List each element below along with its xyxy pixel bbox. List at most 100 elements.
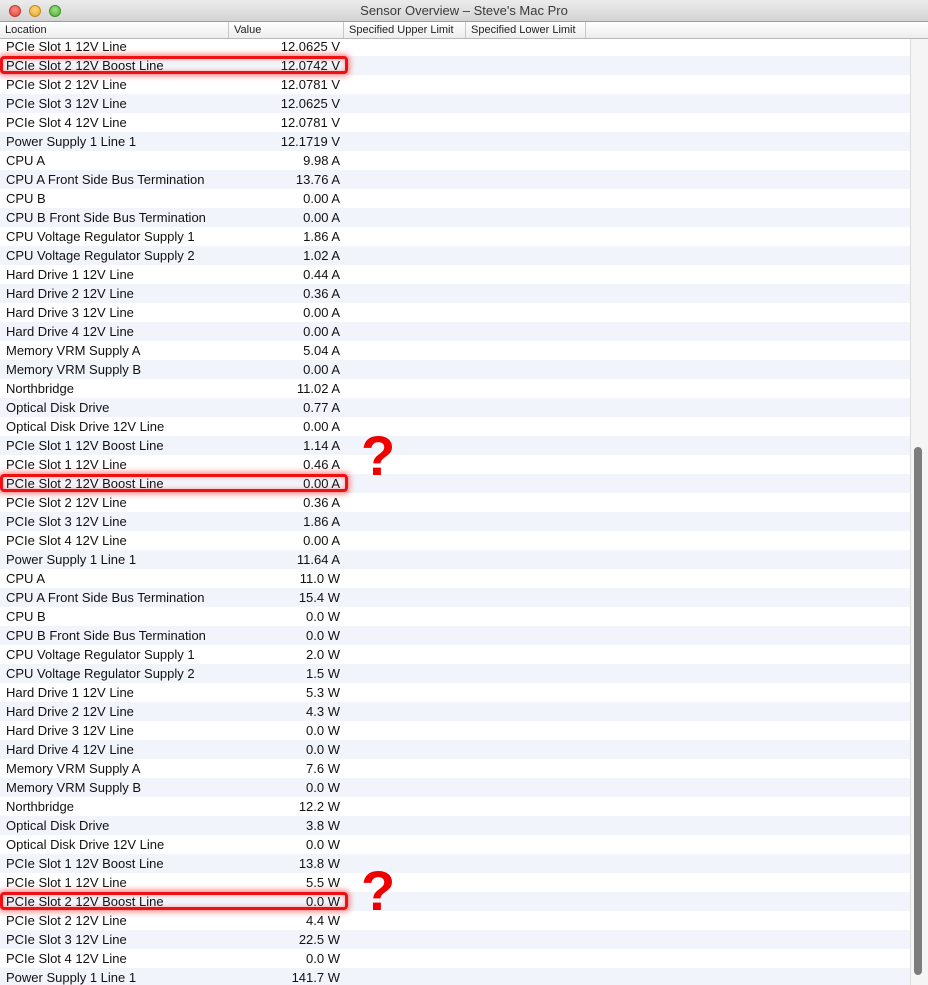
table-row[interactable]: CPU A 9.98 A bbox=[0, 151, 910, 170]
table-row[interactable]: CPU A Front Side Bus Termination 13.76 A bbox=[0, 170, 910, 189]
table-row[interactable]: Hard Drive 3 12V Line 0.0 W bbox=[0, 721, 910, 740]
location-cell: PCIe Slot 2 12V Boost Line bbox=[6, 476, 164, 491]
value-cell: 15.4 W bbox=[298, 590, 340, 605]
location-cell: Memory VRM Supply B bbox=[6, 780, 142, 795]
table-row[interactable]: Optical Disk Drive 12V Line 0.0 W bbox=[0, 835, 910, 854]
table-row[interactable]: PCIe Slot 2 12V Line 4.4 W bbox=[0, 911, 910, 930]
question-mark-annotation: ? bbox=[361, 859, 396, 922]
table-row[interactable]: PCIe Slot 3 12V Line 12.0625 V bbox=[0, 94, 910, 113]
value-cell: 0.00 A bbox=[303, 210, 340, 225]
table-row[interactable]: PCIe Slot 1 12V Line 5.5 W bbox=[0, 873, 910, 892]
table-row[interactable]: CPU B Front Side Bus Termination 0.00 A bbox=[0, 208, 910, 227]
value-cell: 3.8 W bbox=[306, 818, 340, 833]
location-cell: Memory VRM Supply B bbox=[6, 362, 142, 377]
table-row[interactable]: CPU A Front Side Bus Termination 15.4 W bbox=[0, 588, 910, 607]
table-row[interactable]: PCIe Slot 2 12V Boost Line 0.0 W bbox=[0, 892, 910, 911]
location-cell: CPU A Front Side Bus Termination bbox=[6, 590, 205, 605]
table-row[interactable]: Power Supply 1 Line 1 141.7 W bbox=[0, 968, 910, 985]
location-cell: CPU B Front Side Bus Termination bbox=[6, 210, 206, 225]
value-cell: 13.8 W bbox=[298, 856, 340, 871]
table-row[interactable]: Northbridge 12.2 W bbox=[0, 797, 910, 816]
location-cell: PCIe Slot 1 12V Boost Line bbox=[6, 438, 164, 453]
table-row[interactable]: PCIe Slot 1 12V Line 12.0625 V bbox=[0, 37, 910, 56]
value-cell: 1.5 W bbox=[306, 666, 340, 681]
location-cell: PCIe Slot 4 12V Line bbox=[6, 115, 127, 130]
table-row[interactable]: Optical Disk Drive 3.8 W bbox=[0, 816, 910, 835]
table-row[interactable]: Hard Drive 1 12V Line 0.44 A bbox=[0, 265, 910, 284]
value-cell: 0.0 W bbox=[306, 837, 340, 852]
location-cell: PCIe Slot 1 12V Line bbox=[6, 457, 127, 472]
title-bar[interactable]: Sensor Overview – Steve's Mac Pro bbox=[0, 0, 928, 22]
table-row[interactable]: PCIe Slot 1 12V Line 0.46 A bbox=[0, 455, 910, 474]
location-cell: Hard Drive 1 12V Line bbox=[6, 685, 134, 700]
table-row[interactable]: Memory VRM Supply B 0.0 W bbox=[0, 778, 910, 797]
value-cell: 141.7 W bbox=[291, 970, 340, 985]
table-row[interactable]: PCIe Slot 2 12V Boost Line 12.0742 V bbox=[0, 56, 910, 75]
table-row[interactable]: PCIe Slot 2 12V Line 0.36 A bbox=[0, 493, 910, 512]
table-row[interactable]: PCIe Slot 4 12V Line 0.0 W bbox=[0, 949, 910, 968]
sensor-table-body[interactable]: PCIe Slot 1 12V Line 12.0625 V PCIe Slot 2… bbox=[0, 36, 910, 985]
location-cell: CPU Voltage Regulator Supply 1 bbox=[6, 647, 195, 662]
location-cell: Optical Disk Drive 12V Line bbox=[6, 419, 165, 434]
table-row[interactable]: CPU B Front Side Bus Termination 0.0 W bbox=[0, 626, 910, 645]
value-cell: 0.0 W bbox=[306, 742, 340, 757]
table-row[interactable]: PCIe Slot 1 12V Boost Line 13.8 W bbox=[0, 854, 910, 873]
sensor-overview-window: Sensor Overview – Steve's Mac Pro Locati… bbox=[0, 0, 928, 985]
table-row[interactable]: Power Supply 1 Line 1 11.64 A bbox=[0, 550, 910, 569]
scrollbar-thumb[interactable] bbox=[914, 447, 922, 975]
window-title: Sensor Overview – Steve's Mac Pro bbox=[360, 3, 568, 18]
table-row[interactable]: Memory VRM Supply A 7.6 W bbox=[0, 759, 910, 778]
table-row[interactable]: PCIe Slot 4 12V Line 0.00 A bbox=[0, 531, 910, 550]
value-cell: 0.0 W bbox=[306, 628, 340, 643]
location-cell: PCIe Slot 3 12V Line bbox=[6, 96, 127, 111]
table-row[interactable]: Northbridge 11.02 A bbox=[0, 379, 910, 398]
location-cell: PCIe Slot 1 12V Line bbox=[6, 875, 127, 890]
table-row[interactable]: CPU B 0.00 A bbox=[0, 189, 910, 208]
table-row[interactable]: PCIe Slot 3 12V Line 22.5 W bbox=[0, 930, 910, 949]
value-cell: 0.00 A bbox=[303, 419, 340, 434]
table-row[interactable]: CPU Voltage Regulator Supply 2 1.5 W bbox=[0, 664, 910, 683]
table-row[interactable]: CPU Voltage Regulator Supply 1 2.0 W bbox=[0, 645, 910, 664]
table-row[interactable]: CPU Voltage Regulator Supply 2 1.02 A bbox=[0, 246, 910, 265]
location-cell: Hard Drive 3 12V Line bbox=[6, 723, 134, 738]
location-cell: CPU A Front Side Bus Termination bbox=[6, 172, 205, 187]
location-cell: Power Supply 1 Line 1 bbox=[6, 134, 137, 149]
table-row[interactable]: PCIe Slot 2 12V Line 12.0781 V bbox=[0, 75, 910, 94]
table-row[interactable]: Power Supply 1 Line 1 12.1719 V bbox=[0, 132, 910, 151]
table-row[interactable]: Hard Drive 3 12V Line 0.00 A bbox=[0, 303, 910, 322]
value-cell: 0.0 W bbox=[306, 780, 340, 795]
value-cell: 12.0625 V bbox=[280, 39, 340, 54]
table-row[interactable]: Memory VRM Supply A 5.04 A bbox=[0, 341, 910, 360]
table-row[interactable]: PCIe Slot 1 12V Boost Line 1.14 A bbox=[0, 436, 910, 455]
table-row[interactable]: PCIe Slot 3 12V Line 1.86 A bbox=[0, 512, 910, 531]
table-row[interactable]: PCIe Slot 4 12V Line 12.0781 V bbox=[0, 113, 910, 132]
table-row[interactable]: Hard Drive 1 12V Line 5.3 W bbox=[0, 683, 910, 702]
location-cell: Hard Drive 1 12V Line bbox=[6, 267, 134, 282]
value-cell: 0.00 A bbox=[303, 533, 340, 548]
location-cell: PCIe Slot 2 12V Line bbox=[6, 495, 127, 510]
table-row[interactable]: CPU B 0.0 W bbox=[0, 607, 910, 626]
value-cell: 0.00 A bbox=[303, 476, 340, 491]
table-row[interactable]: Optical Disk Drive 0.77 A bbox=[0, 398, 910, 417]
table-row[interactable]: Hard Drive 2 12V Line 0.36 A bbox=[0, 284, 910, 303]
table-row[interactable]: Memory VRM Supply B 0.00 A bbox=[0, 360, 910, 379]
value-cell: 0.0 W bbox=[306, 723, 340, 738]
location-cell: PCIe Slot 2 12V Line bbox=[6, 77, 127, 92]
table-row[interactable]: Hard Drive 2 12V Line 4.3 W bbox=[0, 702, 910, 721]
table-row[interactable]: PCIe Slot 2 12V Boost Line 0.00 A bbox=[0, 474, 910, 493]
value-cell: 0.00 A bbox=[303, 191, 340, 206]
value-cell: 12.0781 V bbox=[280, 77, 340, 92]
location-cell: PCIe Slot 2 12V Boost Line bbox=[6, 894, 164, 909]
value-cell: 0.0 W bbox=[306, 609, 340, 624]
location-cell: Optical Disk Drive 12V Line bbox=[6, 837, 165, 852]
value-cell: 5.5 W bbox=[306, 875, 340, 890]
table-row[interactable]: CPU Voltage Regulator Supply 1 1.86 A bbox=[0, 227, 910, 246]
value-cell: 4.3 W bbox=[306, 704, 340, 719]
table-row[interactable]: Hard Drive 4 12V Line 0.00 A bbox=[0, 322, 910, 341]
table-row[interactable]: Hard Drive 4 12V Line 0.0 W bbox=[0, 740, 910, 759]
table-row[interactable]: CPU A 11.0 W bbox=[0, 569, 910, 588]
location-cell: CPU B Front Side Bus Termination bbox=[6, 628, 206, 643]
table-row[interactable]: Optical Disk Drive 12V Line 0.00 A bbox=[0, 417, 910, 436]
location-cell: CPU B bbox=[6, 609, 46, 624]
value-cell: 12.0625 V bbox=[280, 96, 340, 111]
